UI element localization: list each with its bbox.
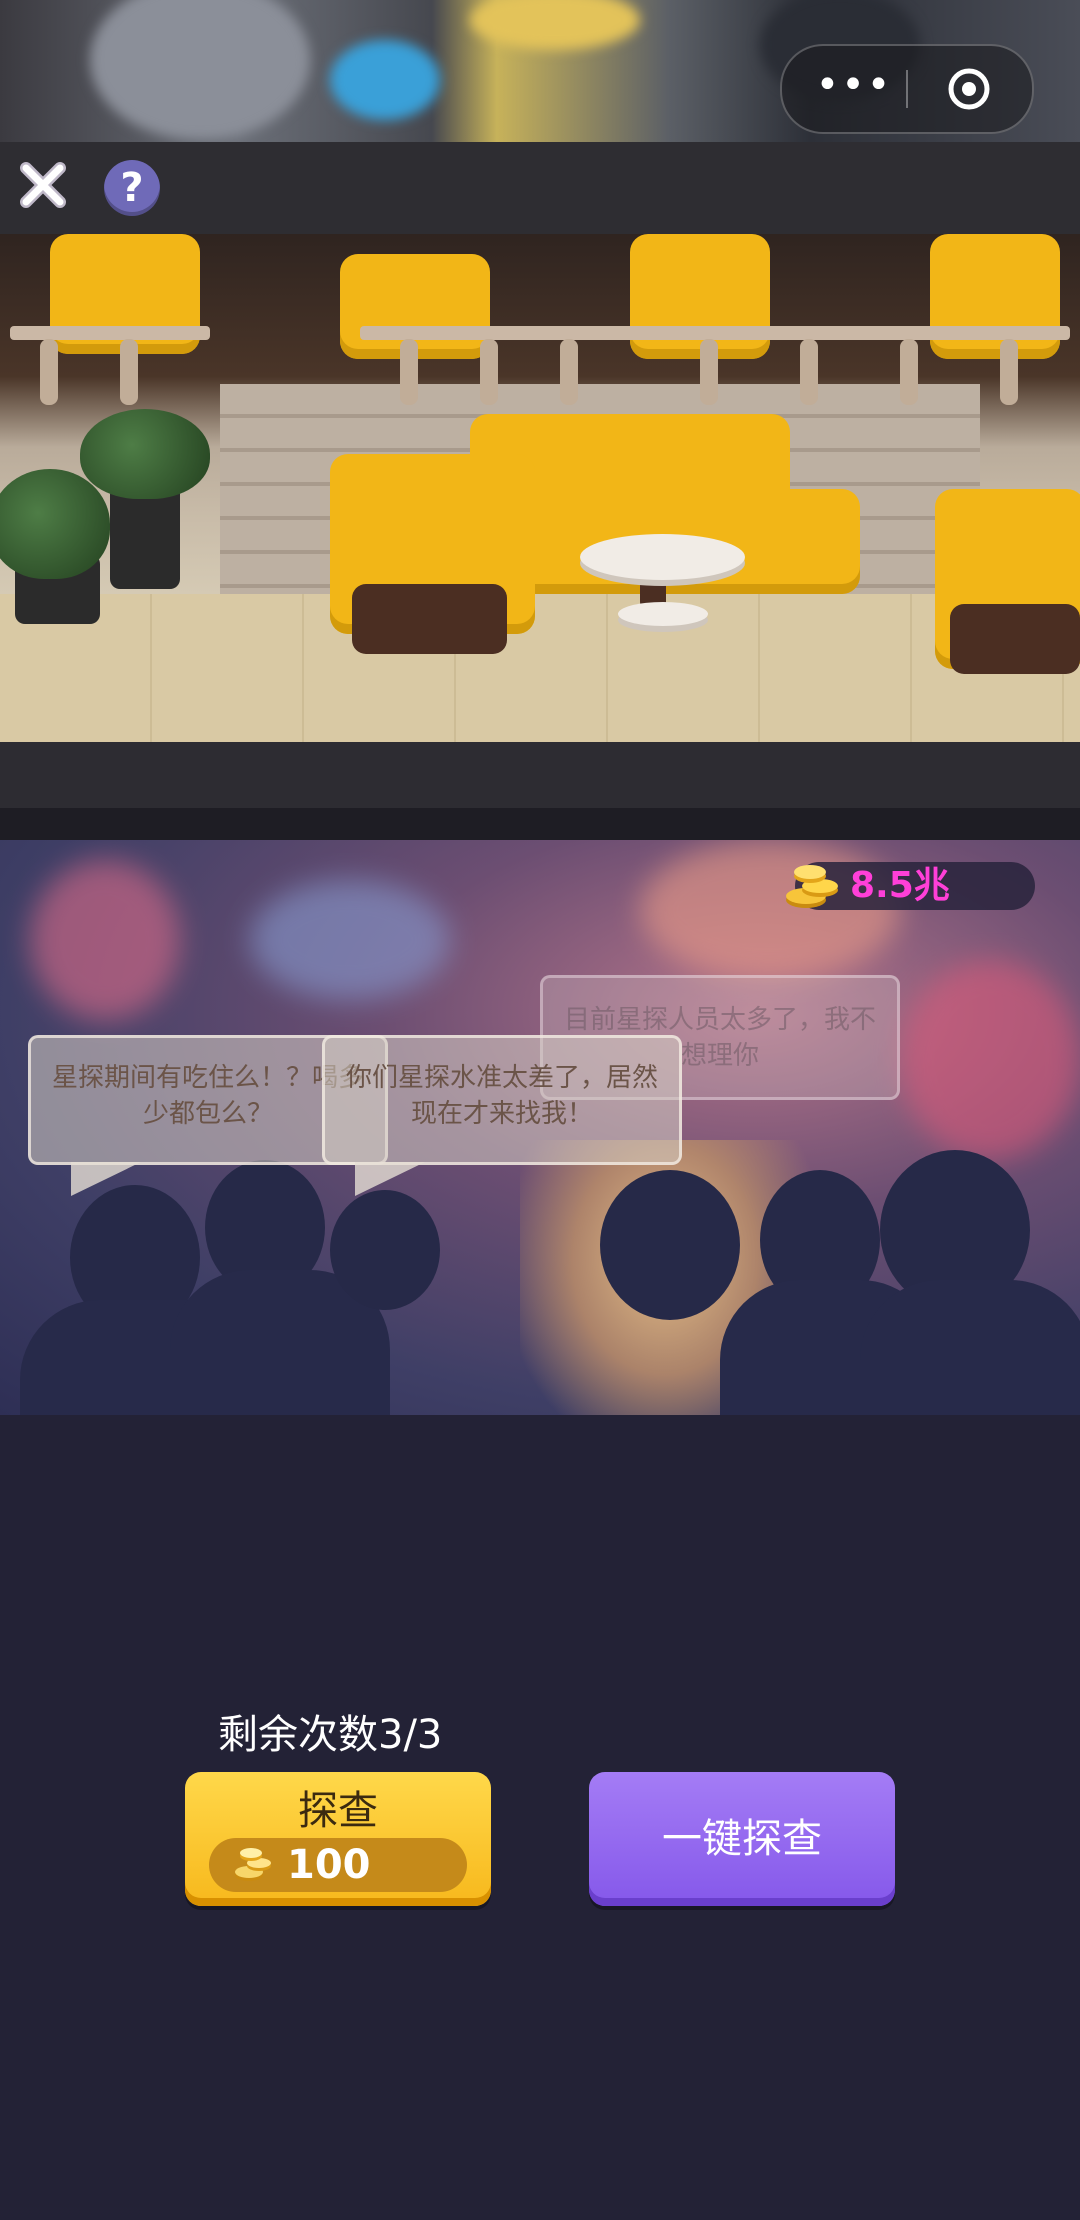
speech-bubble-text: 你们星探水准太差了，居然现在才来找我！ — [345, 1063, 658, 1129]
balcony-railing — [10, 326, 210, 340]
table-foot — [618, 602, 708, 626]
bubble-tail — [71, 1162, 141, 1196]
coin-stack-icon — [235, 1848, 271, 1881]
coin-stack-icon — [786, 865, 838, 908]
speech-bubble-text: 星探期间有吃住么！？喝多少都包么？ — [51, 1063, 364, 1129]
bokeh-light — [250, 880, 450, 1000]
blurred-shape — [90, 0, 310, 140]
crowd-silhouette — [330, 1190, 440, 1310]
crowd-silhouette — [860, 1280, 1080, 1415]
crowd-silhouette — [600, 1170, 740, 1320]
probe-button[interactable]: 探查 100 — [185, 1772, 491, 1906]
more-menu-icon[interactable]: ••• — [812, 65, 896, 108]
game-toolbar: ? — [0, 142, 1080, 234]
railing-baluster — [40, 339, 58, 405]
railing-baluster — [400, 339, 418, 405]
armchair-base — [950, 604, 1080, 674]
bokeh-light — [640, 840, 900, 980]
bokeh-light — [900, 960, 1080, 1160]
railing-baluster — [800, 339, 818, 405]
crowd-scene-image: 8.5兆 目前星探人员太多了，我不想理你 星探期间有吃住么！？喝多少都包么？ 你… — [0, 840, 1080, 1415]
railing-baluster — [120, 339, 138, 405]
railing-baluster — [480, 339, 498, 405]
close-icon[interactable] — [18, 160, 68, 210]
speech-bubble: 你们星探水准太差了，居然现在才来找我！ — [322, 1035, 682, 1196]
remaining-attempts: 剩余次数3/3 — [218, 1712, 443, 1758]
potted-plant — [80, 409, 210, 499]
mini-program-capsule: ••• — [780, 44, 1034, 134]
probe-cost-value: 100 — [287, 1842, 371, 1888]
potted-plant — [0, 469, 110, 579]
railing-baluster — [700, 339, 718, 405]
divider-bar — [0, 808, 1080, 840]
balcony-railing — [360, 326, 1070, 340]
probe-cost: 100 — [209, 1838, 467, 1892]
armchair-base — [352, 584, 507, 654]
close-program-icon[interactable] — [946, 66, 992, 112]
probe-button-label: 探查 — [298, 1788, 378, 1834]
blurred-shape — [470, 0, 640, 50]
railing-baluster — [560, 339, 578, 405]
lobby-scene-image — [0, 234, 1080, 742]
bokeh-light — [30, 860, 180, 1020]
upper-armchair — [930, 234, 1060, 359]
lobby-floor — [0, 594, 1080, 742]
one-key-probe-button[interactable]: 一键探查 — [589, 1772, 895, 1906]
round-coffee-table — [580, 534, 745, 580]
railing-baluster — [1000, 339, 1018, 405]
upper-armchair — [630, 234, 770, 359]
coin-amount: 8.5兆 — [850, 865, 950, 906]
bubble-tail — [355, 1162, 425, 1196]
blurred-shape — [330, 40, 440, 120]
help-button[interactable]: ? — [104, 160, 160, 216]
divider-bar — [0, 742, 1080, 808]
railing-baluster — [900, 339, 918, 405]
capsule-divider — [906, 70, 908, 108]
